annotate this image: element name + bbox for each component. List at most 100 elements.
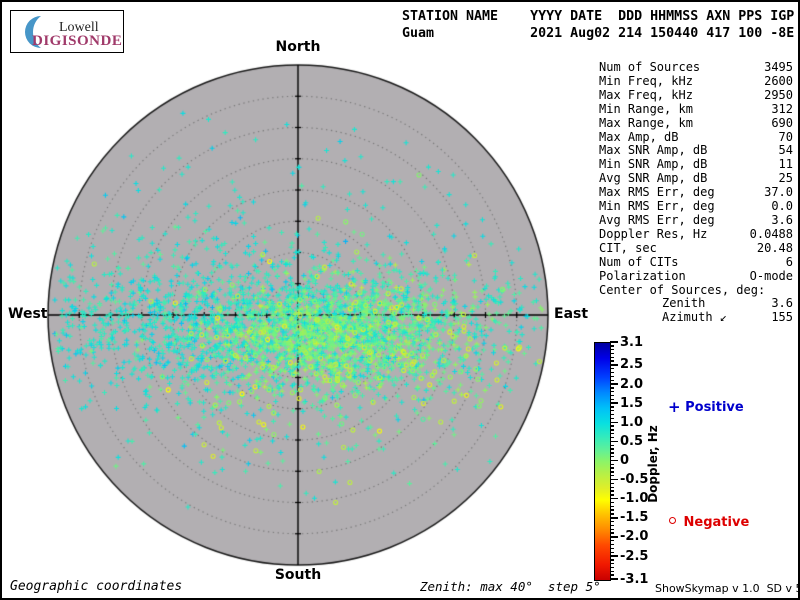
stat-label: Num of CITs [599,254,679,269]
stat-value: 155 [771,310,793,325]
stat-row: Min SNR Amp, dB 11 [599,157,793,172]
station-header: STATION NAME YYYY DATE DDD HHMMSS AXN PP… [402,8,794,42]
colorbar-tick-label: 1.5 [620,395,644,411]
coordinates-type-label: Geographic coordinates [10,579,183,594]
colorbar-major-tick [610,478,618,481]
stat-value: 3.6 [771,212,793,227]
stat-value: O-mode [749,268,793,283]
colorbar-major-tick [610,364,618,366]
stat-row: Min RMS Err, deg 0.0 [599,199,793,214]
colorbar-minor-tick [610,448,614,450]
colorbar-minor-tick [610,566,614,569]
stat-row: Num of Sources 3495 [599,60,793,75]
colorbar-minor-tick [610,379,614,381]
stat-row: Doppler Res, Hz 0.0488 [599,226,793,242]
colorbar-minor-tick [610,467,614,469]
colorbar-major-tick [610,555,618,557]
stat-label: Min Freq, kHz [599,73,693,88]
stat-row: CIT, sec 20.48 [599,240,793,256]
colorbar-major-tick [610,341,618,343]
colorbar-axis-label: Doppler, Hz [646,425,660,503]
colorbar-minor-tick [610,455,614,458]
stat-label: Center of Sources, deg: [599,282,766,297]
skymap-window: Lowell DIGISONDE STATION NAME YYYY DATE … [0,0,800,600]
stat-row: Max SNR Amp, dB 54 [599,144,793,158]
colorbar-minor-tick [610,501,614,504]
colorbar-minor-tick [610,509,614,511]
legend-positive-doppler: + Positive [668,398,744,416]
colorbar-minor-tick [610,394,614,397]
colorbar-minor-tick [610,429,614,431]
colorbar-minor-tick [610,543,614,546]
colorbar-minor-tick [610,375,614,378]
colorbar-major-tick [610,383,618,385]
lowell-digisonde-logo: Lowell DIGISONDE [10,10,124,53]
legend-negative-doppler: Negative [668,515,749,530]
compass-label-south: South [274,567,322,583]
colorbar-minor-tick [610,574,614,576]
stat-value: 54 [778,143,793,158]
colorbar-minor-tick [610,505,614,508]
stat-value: 25 [778,171,793,186]
colorbar-minor-tick [610,482,614,485]
stat-value: 690 [771,115,793,130]
stat-label: Max SNR Amp, dB [599,143,708,158]
stat-label: Min SNR Amp, dB [599,157,708,172]
colorbar-tick-label: 2.0 [620,376,644,392]
colorbar-minor-tick [610,444,614,446]
colorbar-minor-tick [610,390,614,393]
colorbar-minor-tick [610,547,614,550]
stat-label: Avg RMS Err, deg [599,212,715,227]
plus-marker-icon: + [668,398,681,416]
colorbar-minor-tick [610,371,614,374]
colorbar-minor-tick [610,494,614,496]
stat-row: Max Range, km 690 [599,115,793,131]
stat-label: Min RMS Err, deg [599,199,715,214]
stat-row: Min Range, km 312 [599,101,793,117]
colorbar-minor-tick [610,559,614,561]
colorbar-minor-tick [610,348,614,351]
colorbar-minor-tick [610,475,614,477]
colorbar-minor-tick [610,452,614,454]
colorbar-minor-tick [610,436,614,439]
stat-value: 0.0488 [749,226,793,241]
colorbar-tick-label: 3.1 [620,334,644,350]
stat-label: Azimuth ↙ [662,310,728,325]
stat-label: CIT, sec [599,240,657,255]
colorbar-minor-tick [610,398,614,401]
stat-label: Min Range, km [599,101,693,116]
stat-row: Avg SNR Amp, dB 25 [599,171,793,186]
stat-label: Max Freq, kHz [599,87,693,102]
stat-label: Num of Sources [599,60,701,74]
header-station-values: Guam 2021 Aug02 214 150440 417 100 -8E [402,26,795,41]
colorbar-minor-tick [610,356,614,358]
stat-value: 20.48 [756,240,793,255]
colorbar-minor-tick [610,528,614,530]
stat-row: Polarization O-mode [599,268,793,284]
stat-label: Max RMS Err, deg [599,185,715,200]
colorbar-major-tick [610,536,618,538]
stat-row: Min Freq, kHz 2600 [599,73,793,89]
doppler-colorbar [594,342,611,581]
stat-value: 2950 [764,87,793,102]
stat-value: 0.0 [771,199,793,214]
stat-value: 3495 [764,60,793,74]
stat-value: 11 [778,157,793,172]
colorbar-tick-label: 0 [620,453,630,468]
stat-label: Zenith [662,296,706,311]
circle-marker-icon [669,517,676,524]
colorbar-tick-label: -2.5 [620,548,649,564]
colorbar-major-tick [610,402,618,404]
colorbar-minor-tick [610,425,614,427]
stat-value: 312 [771,101,793,116]
stat-row: Zenith 3.6 [599,297,793,311]
logo-text-digisonde: DIGISONDE [32,33,123,49]
colorbar-minor-tick [610,520,614,523]
stat-label: Polarization [599,268,686,283]
colorbar-major-tick [610,578,618,580]
colorbar-major-tick [610,459,618,462]
colorbar-minor-tick [610,417,614,420]
stat-row: Num of CITs 6 [599,254,793,270]
colorbar-minor-tick [610,570,614,573]
header-column-titles: STATION NAME YYYY DATE DDD HHMMSS AXN PP… [402,9,795,24]
